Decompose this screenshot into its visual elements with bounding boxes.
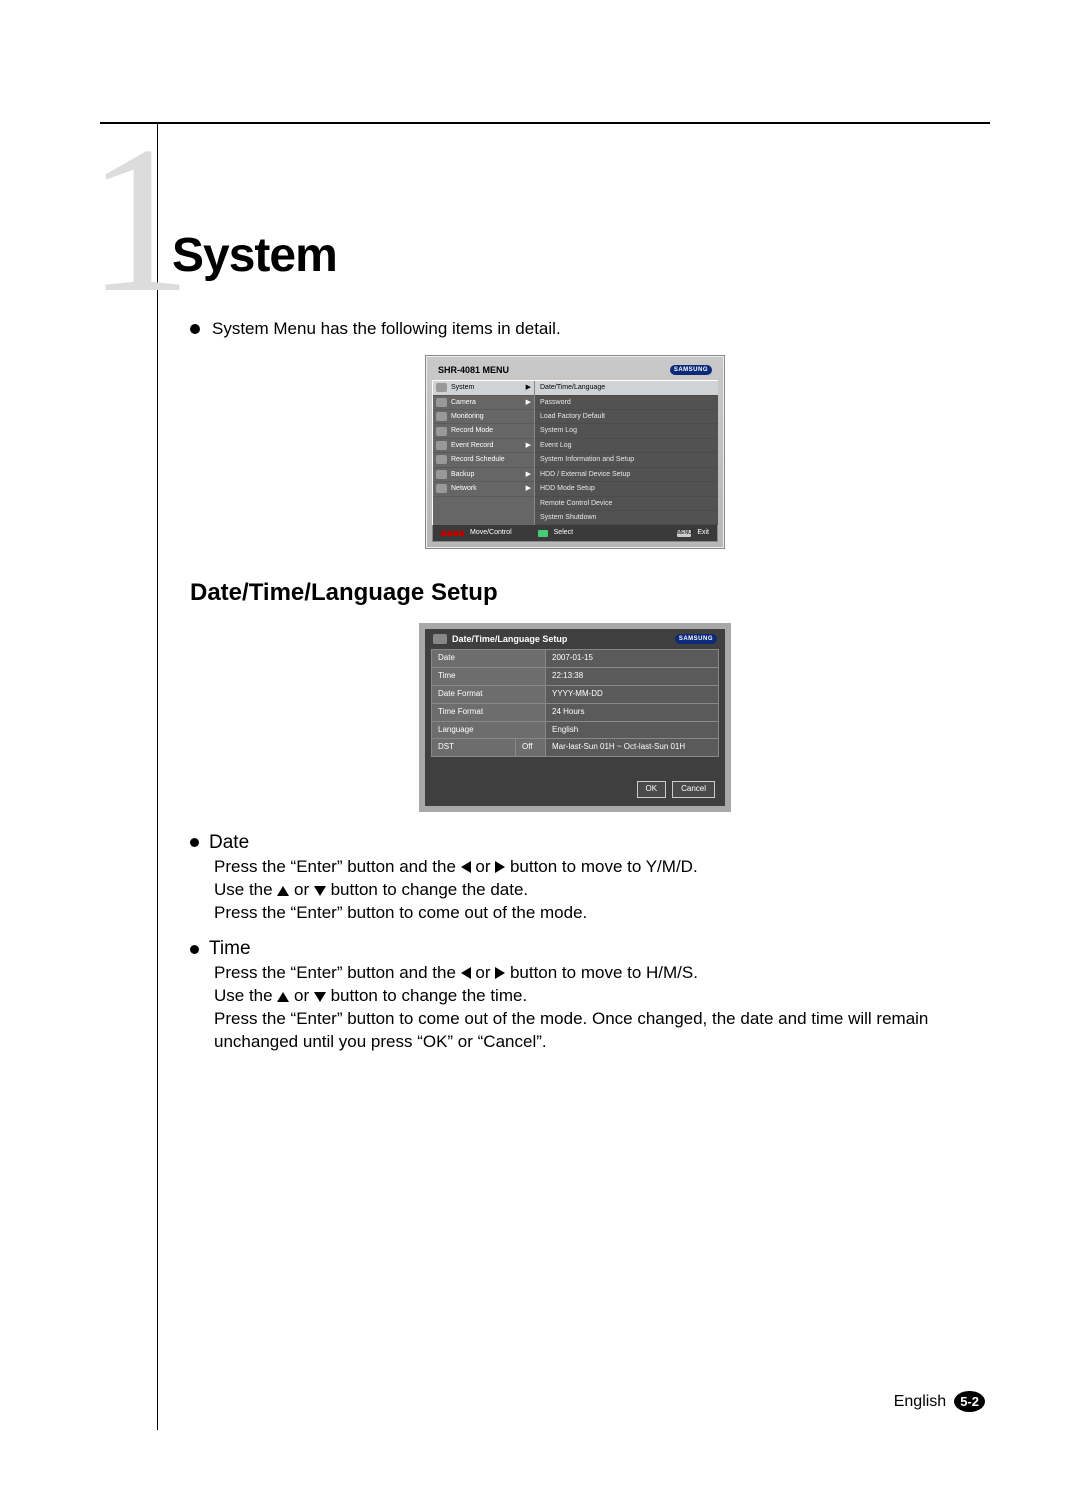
menu-item-icon xyxy=(436,470,447,479)
menu-screenshot: SHR-4081 MENU SAMSUNG System ▶ Camera ▶ Moni… xyxy=(425,355,725,549)
menu-item-label: Camera xyxy=(451,398,476,407)
brand-badge: SAMSUNG xyxy=(675,634,717,644)
menu-left-item[interactable]: Backup ▶ xyxy=(433,468,534,482)
setup-header-title: Date/Time/Language Setup xyxy=(452,633,567,645)
row-date-value: 2007-01-15 xyxy=(546,650,719,668)
time-subhead: Time xyxy=(190,936,960,962)
menu-right-item[interactable]: Date/Time/Language xyxy=(535,381,718,395)
right-arrow-icon xyxy=(495,861,505,873)
menu-right-item[interactable]: HDD / External Device Setup xyxy=(535,468,718,482)
menu-right-item[interactable]: Password xyxy=(535,396,718,410)
menu-item-label: Backup xyxy=(451,470,474,479)
row-lang-value: English xyxy=(546,721,719,739)
menu-right-item[interactable]: Remote Control Device xyxy=(535,497,718,511)
left-arrow-icon xyxy=(461,967,471,979)
up-arrow-icon xyxy=(277,992,289,1002)
time-title: Time xyxy=(209,936,251,962)
bullet-icon xyxy=(190,838,199,847)
menu-icon: MENU xyxy=(677,530,691,537)
menu-left-item[interactable]: Network ▶ xyxy=(433,482,534,496)
row-dfmt-label: Date Format xyxy=(432,686,546,704)
brand-badge: SAMSUNG xyxy=(670,365,712,375)
menu-left-item[interactable]: Record Mode xyxy=(433,424,534,438)
time-para: Press the “Enter” button and the or butt… xyxy=(214,962,960,1054)
menu-item-icon xyxy=(436,455,447,464)
left-arrow-icon xyxy=(461,861,471,873)
row-date-label: Date xyxy=(432,650,546,668)
bullet-icon xyxy=(190,945,199,954)
footer-move: Move/Control xyxy=(470,528,512,537)
cancel-button[interactable]: Cancel xyxy=(672,781,715,798)
select-icon xyxy=(538,530,548,537)
chapter-title: System xyxy=(172,228,337,283)
down-arrow-icon xyxy=(314,886,326,896)
footer-lang: English xyxy=(894,1393,946,1411)
menu-item-icon xyxy=(436,398,447,407)
menu-left-item[interactable]: System ▶ xyxy=(433,381,534,395)
intro-text: System Menu has the following items in d… xyxy=(212,318,561,341)
menu-header-title: SHR-4081 MENU xyxy=(438,364,509,376)
row-lang-label: Language xyxy=(432,721,546,739)
row-dst-value: Mar-last-Sun 01H ~ Oct-last-Sun 01H xyxy=(546,739,719,757)
row-time-value: 22:13:38 xyxy=(546,668,719,686)
menu-item-label: Event Record xyxy=(451,441,493,450)
menu-right-item[interactable]: System Information and Setup xyxy=(535,453,718,467)
date-para: Press the “Enter” button and the or butt… xyxy=(214,856,960,925)
right-arrow-icon xyxy=(495,967,505,979)
row-dst-sub: Off xyxy=(516,739,546,757)
menu-item-icon xyxy=(436,484,447,493)
footer-select: Select xyxy=(554,528,573,537)
menu-right-item[interactable]: HDD Mode Setup xyxy=(535,482,718,496)
dpad-icon xyxy=(441,531,464,536)
section-heading: Date/Time/Language Setup xyxy=(190,577,960,609)
date-title: Date xyxy=(209,830,249,856)
down-arrow-icon xyxy=(314,992,326,1002)
row-time-label: Time xyxy=(432,668,546,686)
menu-left-item[interactable]: Camera ▶ xyxy=(433,396,534,410)
page-number-badge: 5-2 xyxy=(954,1391,985,1412)
menu-item-label: Record Schedule xyxy=(451,455,505,464)
submenu-arrow-icon: ▶ xyxy=(526,441,531,450)
menu-right-item[interactable]: System Shutdown xyxy=(535,511,718,525)
bullet-icon xyxy=(190,324,200,334)
menu-left-item[interactable]: Monitoring xyxy=(433,410,534,424)
menu-item-label: Record Mode xyxy=(451,426,493,435)
menu-item-label: System xyxy=(451,383,474,392)
intro-bullet-row: System Menu has the following items in d… xyxy=(190,318,960,341)
top-rule xyxy=(100,122,990,124)
row-dst-label: DST xyxy=(432,739,516,757)
menu-right-item[interactable]: Event Log xyxy=(535,439,718,453)
menu-item-icon xyxy=(436,412,447,421)
menu-left-item[interactable]: Record Schedule xyxy=(433,453,534,467)
row-tfmt-label: Time Format xyxy=(432,703,546,721)
menu-item-label: Monitoring xyxy=(451,412,484,421)
menu-right-item[interactable]: System Log xyxy=(535,424,718,438)
tools-icon xyxy=(433,634,447,644)
page-footer: English 5-2 xyxy=(894,1391,985,1412)
submenu-arrow-icon: ▶ xyxy=(526,383,531,392)
setup-screenshot: Date/Time/Language Setup SAMSUNG Date200… xyxy=(419,623,731,812)
menu-right-item[interactable]: Load Factory Default xyxy=(535,410,718,424)
submenu-arrow-icon: ▶ xyxy=(526,398,531,407)
ok-button[interactable]: OK xyxy=(637,781,667,798)
chapter-number: 1 xyxy=(87,115,182,325)
menu-left-item[interactable]: Event Record ▶ xyxy=(433,439,534,453)
menu-item-icon xyxy=(436,383,447,392)
row-dfmt-value: YYYY-MM-DD xyxy=(546,686,719,704)
menu-item-label: Network xyxy=(451,484,477,493)
date-subhead: Date xyxy=(190,830,960,856)
submenu-arrow-icon: ▶ xyxy=(526,484,531,493)
footer-exit: Exit xyxy=(697,528,709,537)
menu-footer: Move/Control Select MENU Exit xyxy=(432,525,718,541)
up-arrow-icon xyxy=(277,886,289,896)
submenu-arrow-icon: ▶ xyxy=(526,470,531,479)
menu-item-icon xyxy=(436,441,447,450)
menu-item-icon xyxy=(436,427,447,436)
row-tfmt-value: 24 Hours xyxy=(546,703,719,721)
